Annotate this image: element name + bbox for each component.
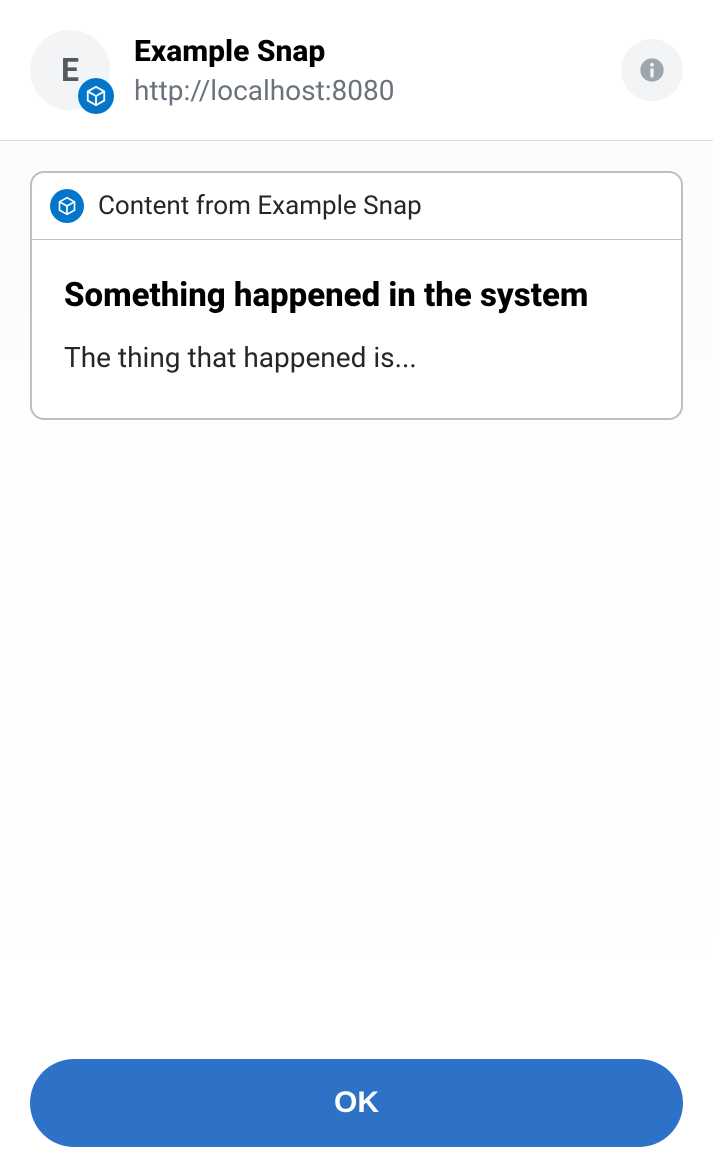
footer: OK [0, 1031, 713, 1175]
page-subtitle: http://localhost:8080 [134, 74, 621, 107]
content-area: Content from Example Snap Something happ… [0, 141, 713, 1031]
title-block: Example Snap http://localhost:8080 [134, 34, 621, 107]
snap-badge-icon [78, 78, 114, 114]
card-title: Something happened in the system [64, 276, 649, 315]
avatar-letter: E [61, 51, 79, 89]
ok-button[interactable]: OK [30, 1059, 683, 1147]
content-card: Content from Example Snap Something happ… [30, 171, 683, 420]
card-header: Content from Example Snap [32, 173, 681, 240]
header: E Example Snap http://localhost:8080 [0, 0, 713, 141]
avatar-wrap: E [30, 30, 110, 110]
card-description: The thing that happened is... [64, 341, 649, 374]
info-icon [638, 56, 666, 84]
card-body: Something happened in the system The thi… [32, 240, 681, 418]
page-title: Example Snap [134, 34, 621, 70]
info-button[interactable] [621, 39, 683, 101]
snap-icon [50, 189, 84, 223]
card-source-label: Content from Example Snap [98, 191, 422, 221]
ok-button-label: OK [334, 1086, 379, 1120]
